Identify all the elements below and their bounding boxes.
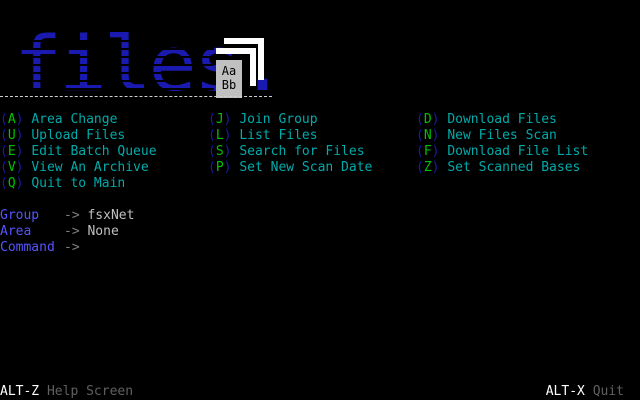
help-desc: Help Screen — [46, 384, 134, 399]
command-arrow: -> — [64, 240, 80, 255]
menu-label: Set New Scan Date — [239, 160, 373, 175]
menu-column-1: (A) Area Change (U) Upload Files (E) Edi… — [0, 112, 157, 192]
group-label: Group — [0, 208, 40, 223]
help-hint[interactable]: ALT-Z Help Screen — [0, 384, 133, 400]
group-arrow: -> — [64, 208, 80, 223]
menu-key: Q — [7, 176, 16, 191]
menu-label: Download File List — [447, 144, 589, 159]
help-key: ALT-Z — [0, 384, 40, 399]
menu-item-download-file-list[interactable]: (F) Download File List — [416, 144, 588, 160]
group-row: Group -> fsxNet — [0, 208, 134, 224]
status-block: Group -> fsxNet Area -> None Command -> — [0, 208, 134, 256]
menu-key: N — [423, 128, 432, 143]
menu-label: List Files — [239, 128, 318, 143]
quit-hint[interactable]: ALT-X Quit — [546, 384, 624, 400]
font-badge-icon: Aa Bb — [216, 38, 266, 98]
menu-key: P — [215, 160, 224, 175]
menu-column-3: (D) Download Files (N) New Files Scan (F… — [416, 112, 588, 176]
menu-label: Set Scanned Bases — [447, 160, 581, 175]
menu-key: L — [215, 128, 224, 143]
quit-desc: Quit — [592, 384, 624, 399]
command-row[interactable]: Command -> — [0, 240, 134, 256]
menu-item-new-files-scan[interactable]: (N) New Files Scan — [416, 128, 588, 144]
menu-label: Upload Files — [31, 128, 126, 143]
menu-item-list-files[interactable]: (L) List Files — [208, 128, 372, 144]
menu-label: Edit Batch Queue — [31, 144, 157, 159]
menu-item-set-new-scan-date[interactable]: (P) Set New Scan Date — [208, 160, 372, 176]
menu-label: View An Archive — [31, 160, 149, 175]
menu-key: F — [423, 144, 432, 159]
badge-card: Aa Bb — [216, 60, 242, 98]
divider — [0, 96, 272, 97]
menu-item-view-archive[interactable]: (V) View An Archive — [0, 160, 157, 176]
menu-key: A — [7, 112, 16, 127]
menu-column-2: (J) Join Group (L) List Files (S) Search… — [208, 112, 372, 176]
menu-key: Z — [423, 160, 432, 175]
badge-line-2: Bb — [221, 78, 237, 92]
menu-label: Area Change — [31, 112, 118, 127]
menu-item-search-files[interactable]: (S) Search for Files — [208, 144, 372, 160]
menu-item-set-scanned-bases[interactable]: (Z) Set Scanned Bases — [416, 160, 588, 176]
group-value: fsxNet — [87, 208, 135, 223]
command-label: Command — [0, 240, 55, 255]
menu-item-edit-batch-queue[interactable]: (E) Edit Batch Queue — [0, 144, 157, 160]
menu-item-download-files[interactable]: (D) Download Files — [416, 112, 588, 128]
files-logo: files. — [14, 24, 287, 104]
menu-key: J — [215, 112, 224, 127]
menu-item-area-change[interactable]: (A) Area Change — [0, 112, 157, 128]
area-row: Area -> None — [0, 224, 134, 240]
area-label: Area — [0, 224, 32, 239]
badge-line-1: Aa — [221, 64, 237, 78]
area-value: None — [87, 224, 119, 239]
menu-item-join-group[interactable]: (J) Join Group — [208, 112, 372, 128]
menu-key: S — [215, 144, 224, 159]
menu-label: Search for Files — [239, 144, 365, 159]
area-arrow: -> — [64, 224, 80, 239]
menu-key: U — [7, 128, 16, 143]
menu-key: D — [423, 112, 432, 127]
menu-label: New Files Scan — [447, 128, 557, 143]
menu-label: Join Group — [239, 112, 318, 127]
menu-key: E — [7, 144, 16, 159]
menu-label: Quit to Main — [31, 176, 126, 191]
menu-label: Download Files — [447, 112, 557, 127]
menu-item-quit-to-main[interactable]: (Q) Quit to Main — [0, 176, 157, 192]
menu-key: V — [7, 160, 16, 175]
quit-key: ALT-X — [545, 384, 585, 399]
menu-item-upload-files[interactable]: (U) Upload Files — [0, 128, 157, 144]
